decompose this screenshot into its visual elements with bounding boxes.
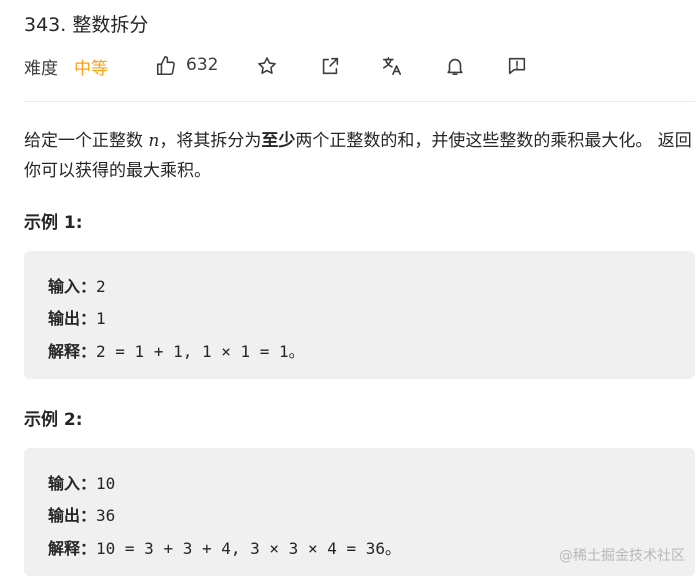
explain-value: 2 = 1 + 1, 1 × 1 = 1。 [96, 342, 305, 361]
feedback-icon[interactable] [506, 55, 528, 77]
example-1-title: 示例 1: [24, 213, 83, 233]
example-1-box: 输入：2 输出：1 解释：2 = 1 + 1, 1 × 1 = 1。 [24, 251, 695, 379]
example-2-explain: 解释：10 = 3 + 3 + 4, 3 × 3 × 4 = 36。 [48, 535, 401, 559]
input-label: 输入： [48, 277, 97, 296]
translate-icon[interactable] [381, 55, 403, 77]
explain-value: 10 = 3 + 3 + 4, 3 × 3 × 4 = 36。 [96, 539, 402, 558]
description-text-2: ，将其拆分为 [159, 131, 262, 151]
meta-row: 难度 中等 [24, 52, 108, 80]
problem-description: 给定一个正整数 n，将其拆分为至少两个正整数的和，并使这些整数的乘积最大化。 返… [24, 126, 696, 186]
explain-label: 解释： [48, 342, 97, 361]
input-label: 输入： [48, 474, 97, 493]
difficulty-label: 难度 [24, 58, 58, 79]
description-text-1: 给定一个正整数 [24, 131, 149, 151]
output-value: 36 [96, 506, 116, 525]
thumbs-up-icon[interactable] [155, 55, 177, 77]
explain-label: 解释： [48, 539, 97, 558]
example-2-input: 输入：10 [48, 470, 115, 494]
likes-count: 632 [186, 55, 219, 75]
divider [24, 101, 695, 102]
description-emphasis: 至少 [261, 131, 296, 151]
input-value: 10 [96, 474, 116, 493]
share-icon[interactable] [319, 55, 341, 77]
difficulty-badge: 中等 [74, 58, 108, 79]
example-1-output: 输出：1 [48, 305, 106, 329]
input-value: 2 [96, 277, 106, 296]
example-2-output: 输出：36 [48, 502, 115, 526]
example-1-input: 输入：2 [48, 273, 106, 297]
output-value: 1 [96, 309, 106, 328]
output-label: 输出： [48, 309, 97, 328]
problem-title: 343. 整数拆分 [24, 14, 149, 36]
description-variable: n [148, 131, 160, 151]
watermark: @稀土掘金技术社区 [559, 548, 685, 564]
bell-icon[interactable] [444, 55, 466, 77]
star-icon[interactable] [256, 55, 278, 77]
example-2-title: 示例 2: [24, 410, 83, 430]
example-1-explain: 解释：2 = 1 + 1, 1 × 1 = 1。 [48, 338, 305, 362]
output-label: 输出： [48, 506, 97, 525]
